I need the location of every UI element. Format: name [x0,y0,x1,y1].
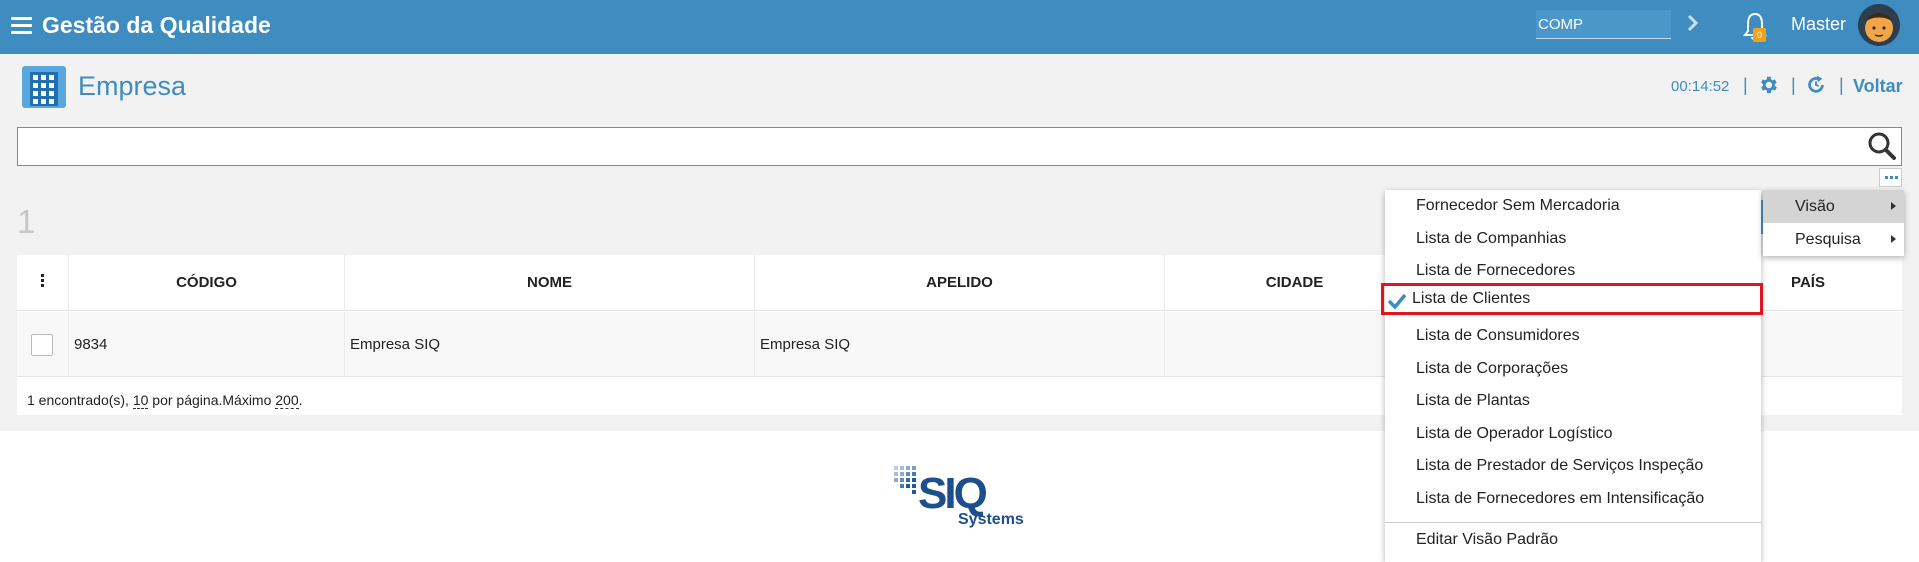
back-button[interactable]: Voltar [1853,76,1903,97]
max-selector[interactable]: 200 [275,392,299,409]
column-header-nome[interactable]: NOME [344,255,754,311]
view-option[interactable]: Lista de Corporações [1385,353,1761,385]
more-options-button[interactable] [1879,168,1902,187]
chevron-right-icon[interactable] [1683,12,1703,34]
per-page-text: por página.Máximo [148,392,276,408]
caret-right-icon [1891,235,1896,243]
separator: | [1743,75,1748,95]
logo-subtext: Systems [958,511,1024,528]
user-name[interactable]: Master [1791,14,1846,35]
view-option[interactable]: Lista de Plantas [1385,385,1761,417]
app-title: Gestão da Qualidade [42,12,271,38]
avatar-icon [1858,4,1900,46]
session-timer: 00:14:52 [1671,78,1730,95]
result-count: 1 [17,203,36,240]
view-option[interactable]: Fornecedor Sem Mercadoria [1385,190,1761,222]
found-text: 1 encontrado(s), [27,392,133,408]
column-options-icon[interactable] [41,274,45,288]
submenu-pesquisa[interactable]: Pesquisa [1763,223,1904,256]
checkmark-icon [1387,293,1407,310]
building-icon [22,66,66,108]
separator: | [1839,75,1844,95]
search-input[interactable] [17,127,1902,166]
submenu-pesquisa-label: Pesquisa [1795,231,1861,248]
cell-codigo: 9834 [68,312,344,377]
company-input[interactable] [1536,10,1671,39]
separator: | [1791,75,1796,95]
submenu-visao[interactable]: Visão [1763,190,1904,223]
view-option-selected[interactable]: Lista de Clientes [1381,283,1763,315]
page-title: Empresa [78,71,187,101]
view-option[interactable]: Lista de Consumidores [1385,320,1761,352]
submenu-visao-label: Visão [1795,198,1835,215]
hamburger-menu-icon[interactable] [11,17,32,35]
row-checkbox[interactable] [31,334,53,356]
column-header-apelido[interactable]: APELIDO [754,255,1164,311]
footer-end: . [298,392,303,408]
refresh-icon[interactable] [1805,74,1827,96]
options-submenu: Visão Pesquisa [1763,190,1904,256]
column-header-codigo[interactable]: CÓDIGO [68,255,344,311]
edit-default-view[interactable]: Editar Visão Padrão [1385,524,1761,556]
notification-badge: 0 [1753,28,1766,42]
view-option[interactable]: Lista de Fornecedores em Intensificação [1385,483,1761,515]
user-avatar[interactable] [1858,4,1900,46]
siq-systems-logo: SIQ Systems [894,466,1024,528]
top-bar: Gestão da Qualidade 0 Master [0,0,1919,54]
gear-icon[interactable] [1757,74,1779,96]
cell-apelido: Empresa SIQ [754,312,1164,377]
cell-nome: Empresa SIQ [344,312,754,377]
view-option[interactable]: Lista de Prestador de Serviços Inspeção [1385,450,1761,482]
pagination-info: 1 encontrado(s), 10 por página.Máximo 20… [27,392,303,409]
per-page-selector[interactable]: 10 [132,392,149,409]
menu-divider [1385,522,1761,523]
view-option[interactable]: Lista de Companhias [1385,223,1761,255]
search-icon[interactable] [1867,131,1897,161]
view-option[interactable]: Lista de Operador Logístico [1385,418,1761,450]
caret-right-icon [1891,202,1896,210]
view-menu: Fornecedor Sem Mercadoria Lista de Compa… [1381,190,1763,562]
